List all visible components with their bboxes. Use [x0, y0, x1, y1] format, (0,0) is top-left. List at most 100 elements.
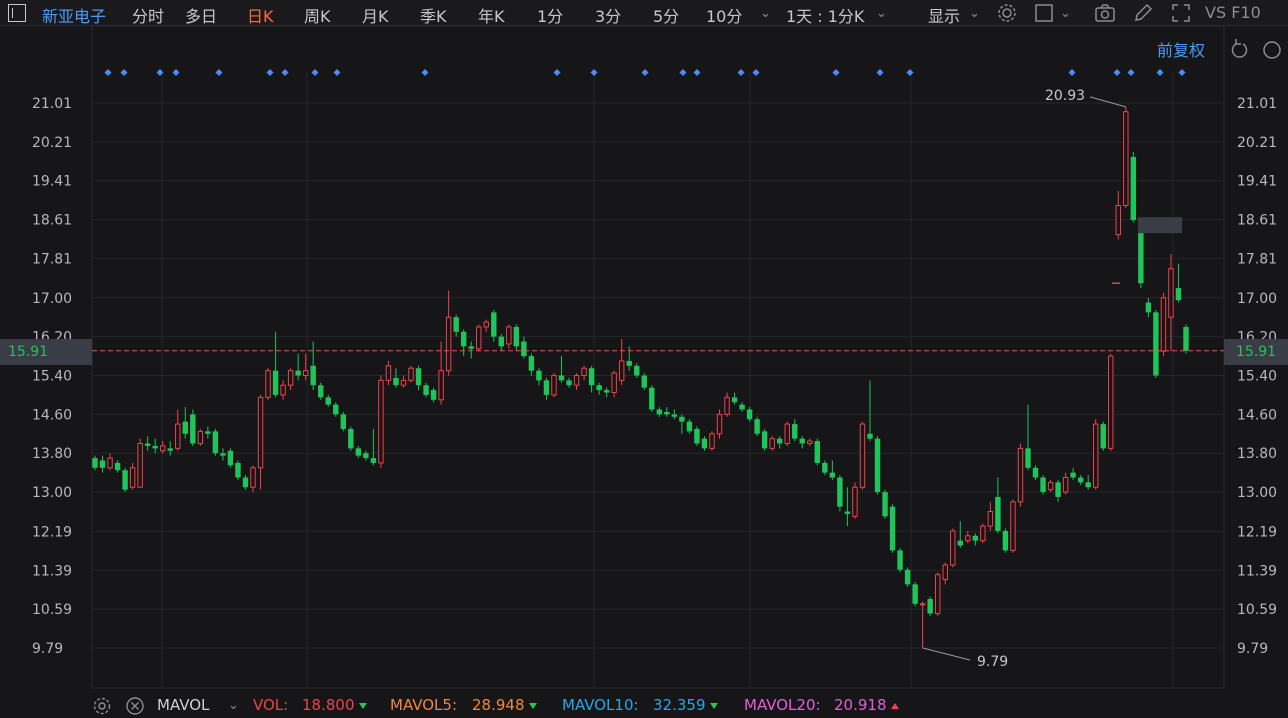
candle-body[interactable]	[122, 470, 128, 490]
candle-body[interactable]	[950, 530, 956, 566]
candle-body[interactable]	[919, 603, 926, 606]
candle-body[interactable]	[1138, 229, 1144, 284]
candle-body[interactable]	[822, 462, 828, 473]
candle-body[interactable]	[882, 492, 888, 517]
candle-body[interactable]	[1183, 326, 1189, 351]
candle-body[interactable]	[1085, 482, 1091, 488]
candle-body[interactable]	[348, 428, 354, 449]
candle-body[interactable]	[649, 387, 655, 410]
kline-chart[interactable]: 21.01 21.01 20.21 20.21 19.41 19.41 18.61 18.61…	[0, 26, 1288, 692]
candle-body[interactable]	[491, 312, 497, 337]
interval-chevron-icon[interactable]: ⌄	[876, 6, 887, 21]
candle-body[interactable]	[588, 368, 595, 386]
candle-body[interactable]	[536, 370, 542, 381]
candle-body[interactable]	[182, 421, 188, 434]
candle-body[interactable]	[701, 438, 708, 449]
candle-body[interactable]	[769, 438, 775, 449]
candle-body[interactable]	[912, 584, 918, 604]
candle-body[interactable]	[596, 385, 602, 391]
candle-body[interactable]	[551, 375, 557, 396]
period-tab-5[interactable]: 季K	[420, 3, 447, 27]
period-tab-1[interactable]: 多日	[185, 3, 217, 27]
candle-body[interactable]	[1115, 204, 1121, 236]
candle-body[interactable]	[408, 367, 414, 381]
candle-body[interactable]	[1168, 268, 1174, 318]
candle-body[interactable]	[1025, 448, 1031, 468]
candle-body[interactable]	[1153, 312, 1159, 376]
candle-body[interactable]	[867, 433, 873, 439]
candle-body[interactable]	[1160, 297, 1167, 352]
candle-body[interactable]	[746, 409, 753, 420]
candle-body[interactable]	[1145, 302, 1152, 313]
candle-body[interactable]	[634, 365, 640, 376]
event-marker-icon[interactable]	[215, 69, 223, 76]
layout-icon[interactable]	[1034, 2, 1056, 24]
candle-body[interactable]	[393, 377, 399, 386]
candle-body[interactable]	[205, 431, 211, 434]
candle-body[interactable]	[829, 472, 836, 478]
event-marker-icon[interactable]	[311, 69, 319, 76]
candle-body[interactable]	[99, 460, 106, 468]
candle-body[interactable]	[280, 384, 286, 396]
more-periods-chevron-icon[interactable]: ⌄	[760, 6, 771, 21]
candle-body[interactable]	[957, 540, 963, 546]
stock-name[interactable]: 新亚电子	[42, 3, 106, 27]
candle-body[interactable]	[995, 496, 1001, 531]
candle-body[interactable]	[664, 411, 670, 415]
event-marker-icon[interactable]	[120, 69, 128, 76]
candle-body[interactable]	[844, 511, 851, 514]
candle-body[interactable]	[897, 550, 903, 570]
panel-toggle-icon[interactable]	[8, 4, 26, 22]
candle-body[interactable]	[129, 467, 136, 488]
candle-body[interactable]	[318, 385, 324, 398]
candle-body[interactable]	[776, 438, 783, 444]
event-marker-icon[interactable]	[333, 69, 341, 76]
indicator-select[interactable]: MAVOL	[157, 696, 209, 714]
candle-body[interactable]	[671, 414, 678, 417]
fullscreen-icon[interactable]	[1170, 2, 1192, 24]
candle-body[interactable]	[1175, 288, 1182, 301]
candle-body[interactable]	[852, 486, 858, 517]
event-marker-icon[interactable]	[832, 69, 840, 76]
event-marker-icon[interactable]	[553, 69, 561, 76]
event-marker-icon[interactable]	[876, 69, 884, 76]
candle-body[interactable]	[423, 385, 429, 395]
candle-body[interactable]	[656, 409, 663, 415]
event-marker-icon[interactable]	[1127, 69, 1135, 76]
candle-body[interactable]	[152, 445, 158, 449]
event-marker-icon[interactable]	[641, 69, 649, 76]
period-tab-3[interactable]: 周K	[304, 3, 331, 27]
candle-body[interactable]	[679, 416, 685, 422]
candle-body[interactable]	[558, 375, 565, 381]
candle-body[interactable]	[137, 443, 143, 488]
candle-body[interactable]	[980, 525, 986, 542]
undo-icon[interactable]	[1231, 39, 1248, 58]
candle-body[interactable]	[1070, 472, 1076, 478]
camera-icon[interactable]	[1094, 2, 1116, 24]
candle-body[interactable]	[987, 511, 994, 527]
event-marker-icon[interactable]	[1068, 69, 1076, 76]
candle-body[interactable]	[265, 370, 271, 398]
candle-body[interactable]	[731, 397, 738, 403]
event-marker-icon[interactable]	[172, 69, 180, 76]
candle-body[interactable]	[160, 445, 166, 452]
event-marker-icon[interactable]	[266, 69, 274, 76]
event-marker-icon[interactable]	[679, 69, 687, 76]
candle-body[interactable]	[837, 477, 843, 507]
candle-body[interactable]	[573, 375, 580, 386]
candle-body[interactable]	[724, 396, 730, 415]
event-marker-icon[interactable]	[1156, 69, 1164, 76]
candle-body[interactable]	[1123, 111, 1129, 206]
event-marker-icon[interactable]	[590, 69, 598, 76]
candle-body[interactable]	[340, 414, 347, 429]
candle-body[interactable]	[1040, 477, 1046, 493]
candle-body[interactable]	[513, 326, 520, 347]
candle-body[interactable]	[1032, 467, 1039, 478]
candle-body[interactable]	[302, 370, 309, 377]
candle-body[interactable]	[250, 467, 256, 488]
candle-body[interactable]	[1010, 501, 1016, 551]
adjust-mode-label[interactable]: 前复权	[1157, 41, 1205, 60]
candle-body[interactable]	[257, 396, 264, 469]
candle-body[interactable]	[430, 390, 437, 400]
event-marker-icon[interactable]	[281, 69, 289, 76]
